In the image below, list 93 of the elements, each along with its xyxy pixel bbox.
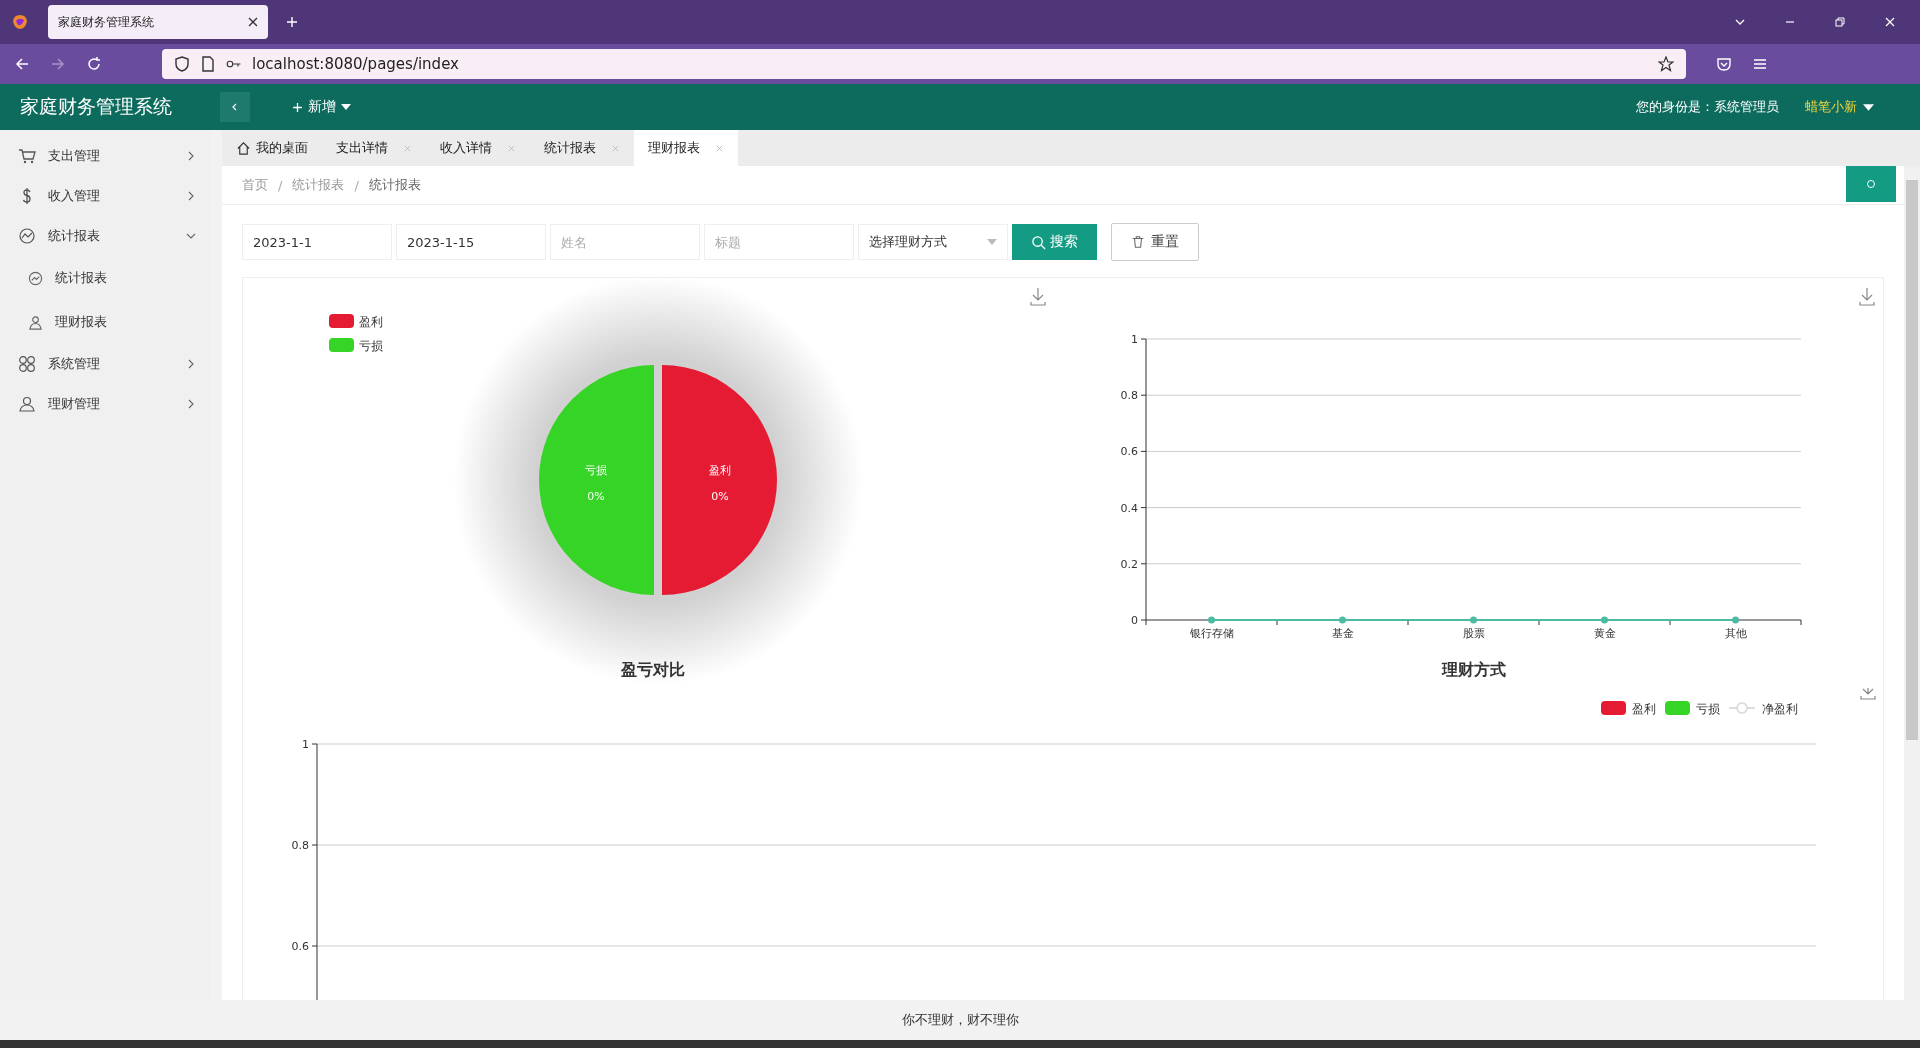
page-tab[interactable]: 理财报表 <box>634 130 738 166</box>
restore-icon[interactable] <box>1834 16 1846 28</box>
app-title: 家庭财务管理系统 <box>20 94 173 119</box>
axis-tick-label: 0.2 <box>1120 557 1138 571</box>
axis-tick-label: 0.6 <box>1120 445 1138 459</box>
chart-circle-icon <box>18 228 36 244</box>
menu-icon[interactable] <box>1752 56 1768 72</box>
sidebar-item[interactable]: 支出管理 <box>0 136 210 176</box>
sidebar-subitem[interactable]: 统计报表 <box>0 256 210 300</box>
identity-label: 您的身份是：系统管理员 <box>1636 98 1779 116</box>
reload-icon[interactable] <box>86 56 102 72</box>
start-date-field[interactable]: 2023-1-1 <box>242 224 392 260</box>
chevron-right-icon <box>186 359 196 369</box>
legend-item[interactable]: 盈利 <box>1601 701 1656 716</box>
name-field[interactable]: 姓名 <box>550 224 700 260</box>
cart-icon <box>18 148 36 164</box>
pie-slice[interactable] <box>662 365 777 595</box>
data-point[interactable] <box>1470 616 1477 624</box>
data-point[interactable] <box>1732 616 1739 624</box>
refresh-icon <box>1866 179 1876 189</box>
legend-item[interactable]: 亏损 <box>329 338 383 353</box>
axis-tick-label: 0.8 <box>1120 389 1138 403</box>
home-icon <box>236 140 251 156</box>
chevron-right-icon <box>186 191 196 201</box>
person-icon <box>18 396 36 412</box>
axis-category-label: 股票 <box>1462 627 1485 640</box>
forward-icon[interactable] <box>50 56 66 72</box>
page-icon <box>200 56 216 72</box>
axis-category-label: 银行存储 <box>1189 627 1234 640</box>
flower-icon <box>18 356 36 372</box>
person-icon <box>28 314 43 330</box>
chart-circle-icon <box>28 270 43 286</box>
slice-percent: 0% <box>587 490 605 503</box>
add-menu-button[interactable]: 新增 <box>286 97 357 117</box>
slice-label: 盈利 <box>709 464 731 477</box>
close-icon[interactable] <box>248 17 258 27</box>
end-date-field[interactable]: 2023-1-15 <box>396 224 546 260</box>
axis-category-label: 黄金 <box>1593 627 1616 640</box>
user-menu-button[interactable]: 蜡笔小新 <box>1799 97 1880 117</box>
data-point[interactable] <box>1601 616 1608 624</box>
download-icon[interactable] <box>1860 688 1876 700</box>
data-point[interactable] <box>1339 616 1346 624</box>
back-icon[interactable] <box>14 56 30 72</box>
browser-tab[interactable]: 家庭财务管理系统 <box>48 5 268 39</box>
search-icon <box>1031 234 1046 250</box>
pocket-icon[interactable] <box>1716 56 1732 72</box>
caret-icon <box>341 104 351 110</box>
data-point[interactable] <box>1208 616 1215 624</box>
sidebar-subitem[interactable]: 理财报表 <box>0 300 210 344</box>
slice-label: 亏损 <box>585 464 607 477</box>
new-tab-icon[interactable] <box>286 16 298 28</box>
sidebar-item[interactable]: 理财管理 <box>0 384 210 424</box>
chevron-down-icon <box>186 231 196 241</box>
page-tab[interactable]: 支出详情 <box>322 130 426 166</box>
axis-tick-label: 0.6 <box>291 940 309 953</box>
caret-icon <box>1863 103 1874 111</box>
breadcrumb-current: 统计报表 <box>368 176 421 194</box>
footer-text: 你不理财，财不理你 <box>901 1011 1019 1029</box>
download-icon[interactable] <box>1030 287 1046 306</box>
browser-logo-icon <box>10 12 30 32</box>
legend-item[interactable]: 净盈利 <box>1728 702 1798 716</box>
plus-icon <box>292 101 303 113</box>
axis-tick-label: 0 <box>1131 614 1138 627</box>
shield-icon <box>174 56 190 72</box>
axis-category-label: 基金 <box>1331 627 1354 640</box>
breadcrumb-separator: / <box>278 177 283 193</box>
axis-tick-label: 0.4 <box>1120 501 1138 515</box>
axis-category-label: 其他 <box>1724 627 1747 640</box>
sidebar-item[interactable]: 系统管理 <box>0 344 210 384</box>
legend-item[interactable]: 盈利 <box>329 314 383 329</box>
sidebar-item[interactable]: 收入管理 <box>0 176 210 216</box>
page-tab[interactable]: 我的桌面 <box>222 130 322 166</box>
axis-tick-label: 1 <box>1131 333 1138 346</box>
chevron-right-icon <box>186 151 196 161</box>
title-field[interactable]: 标题 <box>704 224 854 260</box>
chevron-right-icon <box>186 399 196 409</box>
axis-tick-label: 1 <box>302 738 309 751</box>
sidebar-item[interactable]: 统计报表 <box>0 216 210 256</box>
star-icon[interactable] <box>1658 56 1674 72</box>
method-select[interactable]: 选择理财方式 <box>858 224 1008 260</box>
axis-tick-label: 0.8 <box>291 839 309 852</box>
caret-icon <box>987 239 997 245</box>
slice-percent: 0% <box>711 490 729 503</box>
download-icon[interactable] <box>1859 287 1875 306</box>
trash-icon <box>1131 235 1145 249</box>
address-bar[interactable]: localhost:8080/pages/index <box>162 49 1686 79</box>
page-tab[interactable]: 统计报表 <box>530 130 634 166</box>
chart-title: 盈亏对比 <box>621 660 685 679</box>
reset-button[interactable]: 重置 <box>1111 223 1199 261</box>
chart-title: 理财方式 <box>1442 660 1506 679</box>
legend-item[interactable]: 亏损 <box>1665 701 1720 716</box>
breadcrumb-separator: / <box>354 177 359 193</box>
page-tab[interactable]: 收入详情 <box>426 130 530 166</box>
